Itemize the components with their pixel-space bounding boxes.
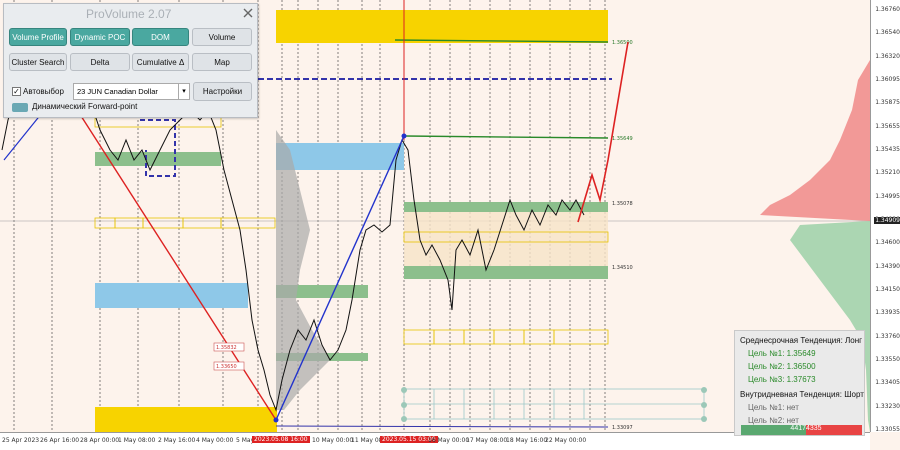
- price-tick: 1.33405: [875, 379, 900, 387]
- settings-button[interactable]: Настройки: [193, 82, 252, 101]
- time-tick: 10 May 00:00: [312, 437, 354, 444]
- box-label-1: 1.35832: [216, 345, 237, 351]
- grey-volume-profile: [276, 130, 330, 410]
- volume-button[interactable]: Volume: [192, 28, 252, 46]
- time-tick: 16 May 00:00: [428, 437, 470, 444]
- dashed-range-box: [140, 119, 176, 177]
- price-tick: 1.35875: [875, 99, 900, 107]
- trend-info-box: Среднесрочная Тенденция: Лонг Цель №1: 1…: [734, 330, 865, 436]
- price-tick: 1.33055: [875, 426, 900, 433]
- price-tick: 1.33550: [875, 356, 900, 363]
- time-tick: 18 May 16:00: [506, 437, 548, 444]
- gold-zone-top: [276, 10, 608, 43]
- time-tick: 28 Apr 00:00: [80, 437, 120, 444]
- price-tick: 1.33230: [875, 402, 900, 410]
- cumulative-delta-button[interactable]: Cumulative Δ: [132, 53, 189, 71]
- time-tick: 25 Apr 2023: [2, 437, 40, 444]
- delta-button[interactable]: Delta: [70, 53, 130, 71]
- level-green-upper: [404, 135, 609, 139]
- price-tick: 1.34150: [875, 286, 900, 293]
- cluster-search-button[interactable]: Cluster Search: [9, 53, 67, 71]
- label-low-green: 1.34510: [612, 265, 633, 271]
- chevron-down-icon: ▾: [178, 84, 189, 99]
- gold-zone-bottom: [95, 407, 277, 432]
- medium-target-2: Цель №2: 1.36500: [748, 362, 816, 371]
- medium-target-1: Цель №1: 1.35649: [748, 349, 816, 358]
- price-tick: 1.34390: [875, 262, 900, 270]
- price-tick: 1.36760: [875, 6, 900, 13]
- price-tick: 1.33760: [875, 332, 900, 340]
- red-forecast: [577, 41, 629, 223]
- intraday-target-2: Цель №2: нет: [748, 416, 799, 425]
- time-tick: 17 May 08:00: [466, 437, 508, 444]
- time-tick: 2 May 16:00: [158, 437, 196, 444]
- price-tick: 1.35210: [875, 169, 900, 177]
- price-tick: 1.34995: [875, 192, 900, 200]
- beige-zone: [404, 212, 608, 266]
- label-green-upper: 1.35649: [612, 136, 633, 142]
- forward-point-toggle[interactable]: [12, 103, 28, 112]
- price-tick: 1.36540: [875, 29, 900, 37]
- green-zone-5: [404, 266, 608, 279]
- buy-volume: 4417: [790, 425, 806, 432]
- instrument-value: 23 JUN Canadian Dollar: [77, 87, 158, 96]
- time-tick: 4 May 00:00: [196, 437, 234, 444]
- label-bottom: 1.33097: [612, 425, 633, 431]
- forward-point-label: Динамический Forward-point: [32, 102, 138, 111]
- medium-target-3: Цель №3: 1.37673: [748, 375, 816, 384]
- price-tick: 1.35435: [875, 146, 900, 153]
- current-price-tag: 1.34909: [874, 217, 900, 224]
- volume-profile-button[interactable]: Volume Profile: [9, 28, 67, 46]
- teal-grid: [403, 388, 705, 420]
- medium-trend-title: Среднесрочная Тенденция: Лонг: [740, 336, 863, 345]
- label-upper-target: 1.36500: [612, 40, 633, 46]
- dynamic-poc-button[interactable]: Dynamic POC: [70, 28, 130, 46]
- price-axis[interactable]: 1.36760 1.36540 1.36320 1.36095 1.35875 1.356…: [870, 0, 900, 433]
- sell-profile: [760, 60, 870, 221]
- time-tick: 2023.05.08 16:00: [252, 436, 310, 443]
- intraday-target-1: Цель №1: нет: [748, 403, 799, 412]
- checkbox-icon: ✓: [12, 87, 21, 96]
- blue-zone-2: [95, 283, 248, 308]
- price-tick: 1.36320: [875, 52, 900, 60]
- time-tick: 26 Apr 16:00: [40, 437, 80, 444]
- time-tick: 1 May 08:00: [118, 437, 156, 444]
- price-tick: 1.35655: [875, 122, 900, 130]
- level-bottom: [275, 425, 609, 428]
- time-tick: 22 May 00:00: [545, 437, 587, 444]
- price-tick: 1.34600: [875, 239, 900, 247]
- autoselect-checkbox[interactable]: ✓ Автовыбор: [12, 86, 76, 98]
- price-tick: 1.36095: [875, 76, 900, 83]
- panel-title-bar[interactable]: ProVolume 2.07: [4, 4, 257, 22]
- autoselect-label: Автовыбор: [23, 87, 64, 96]
- box-label-2: 1.33650: [216, 364, 237, 370]
- panel-title: ProVolume 2.07: [86, 7, 172, 21]
- sell-volume-bar: 4335: [806, 425, 862, 435]
- buy-volume-bar: 4417: [741, 425, 806, 435]
- intraday-trend-title: Внутридневная Тенденция: Шорт: [740, 390, 864, 399]
- instrument-select[interactable]: 23 JUN Canadian Dollar ▾: [73, 83, 190, 100]
- dom-button[interactable]: DOM: [132, 28, 189, 46]
- provolume-panel: ProVolume 2.07 Volume Profile Dynamic PO…: [3, 3, 258, 118]
- sell-volume: 4335: [806, 425, 822, 432]
- blue-zone-1: [276, 143, 404, 170]
- price-tick: 1.33935: [875, 309, 900, 317]
- close-icon[interactable]: [242, 7, 254, 19]
- map-button[interactable]: Map: [192, 53, 252, 71]
- label-mid-green: 1.35078: [612, 201, 633, 207]
